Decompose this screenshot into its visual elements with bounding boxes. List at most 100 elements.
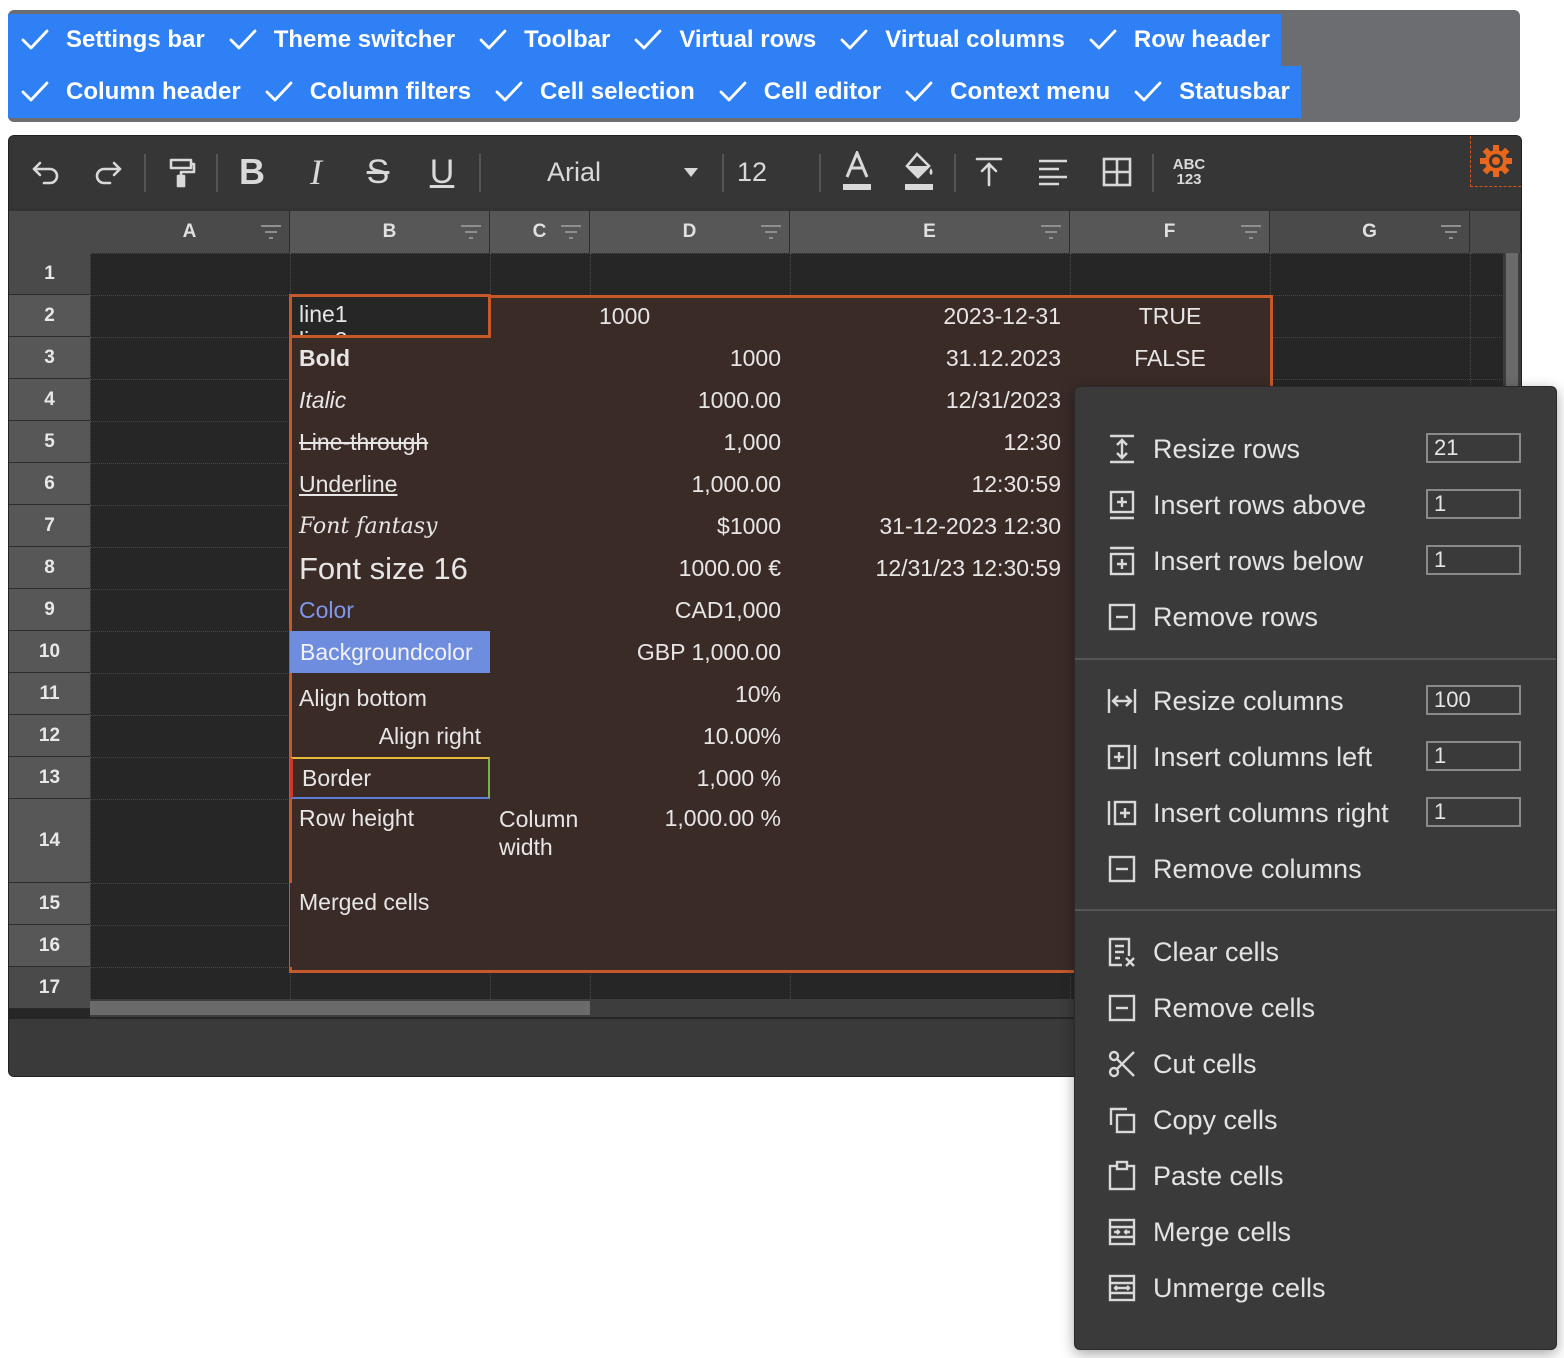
cell-b12[interactable]: Align right [290, 715, 490, 757]
menu-item-remove-rows[interactable]: Remove rows [1075, 589, 1556, 645]
font-size-input[interactable]: 12 [737, 148, 807, 196]
cell-b15-merged[interactable]: Merged cells [290, 883, 590, 967]
row-header-6[interactable]: 6 [9, 463, 90, 505]
settings-toggle-context-menu[interactable]: Context menu [892, 66, 1121, 118]
cell-e2[interactable]: 2023-12-31 [790, 295, 1070, 337]
filter-icon[interactable] [1239, 223, 1263, 241]
filter-icon[interactable] [1439, 223, 1463, 241]
cell-b8[interactable]: Font size 16 [290, 547, 490, 589]
paint-format-icon[interactable] [162, 148, 200, 196]
gear-icon[interactable] [1470, 136, 1521, 187]
cell-b7[interactable]: Font fantasy [290, 505, 490, 547]
cell-b9[interactable]: Color [290, 589, 490, 631]
cell-d8[interactable]: 1000.00 € [590, 547, 790, 589]
cell-f3[interactable]: FALSE [1070, 337, 1270, 379]
resize-rows-input[interactable] [1426, 433, 1521, 463]
column-header-e[interactable]: E [790, 211, 1070, 253]
font-family-select[interactable]: Arial [499, 148, 709, 196]
menu-item-remove-cells[interactable]: Remove cells [1075, 980, 1556, 1036]
insert-rows-above-input[interactable] [1426, 489, 1521, 519]
settings-toggle-column-header[interactable]: Column header [8, 66, 252, 118]
cell-d6[interactable]: 1,000.00 [590, 463, 790, 505]
menu-item-cut-cells[interactable]: Cut cells [1075, 1036, 1556, 1092]
cell-b3[interactable]: Bold [290, 337, 490, 379]
align-left-icon[interactable] [1035, 148, 1071, 196]
menu-item-insert-rows-above[interactable]: Insert rows above [1075, 477, 1556, 533]
column-header-f[interactable]: F [1070, 211, 1270, 253]
cell-e6[interactable]: 12:30:59 [790, 463, 1070, 505]
cell-d4[interactable]: 1000.00 [590, 379, 790, 421]
row-header-14[interactable]: 14 [9, 799, 90, 883]
italic-icon[interactable]: I [297, 148, 335, 196]
bold-icon[interactable]: B [233, 148, 271, 196]
cell-d2[interactable]: 1000 [590, 295, 790, 337]
cell-e3[interactable]: 31.12.2023 [790, 337, 1070, 379]
row-header-17[interactable]: 17 [9, 967, 90, 1009]
menu-item-paste-cells[interactable]: Paste cells [1075, 1148, 1556, 1204]
cell-b2[interactable]: line1line2 [290, 295, 490, 337]
filter-icon[interactable] [1039, 223, 1063, 241]
settings-toggle-statusbar[interactable]: Statusbar [1121, 66, 1301, 118]
cell-d9[interactable]: CAD1,000 [590, 589, 790, 631]
cell-b11[interactable]: Align bottom [290, 673, 490, 715]
cell-b5[interactable]: Line-through [290, 421, 490, 463]
filter-icon[interactable] [759, 223, 783, 241]
horizontal-scrollbar-thumb[interactable] [90, 1001, 590, 1015]
column-header-c[interactable]: C [490, 211, 590, 253]
row-header-12[interactable]: 12 [9, 715, 90, 757]
insert-rows-below-input[interactable] [1426, 545, 1521, 575]
redo-icon[interactable] [89, 148, 127, 196]
settings-toggle-theme-switcher[interactable]: Theme switcher [216, 14, 466, 66]
row-header-9[interactable]: 9 [9, 589, 90, 631]
cell-b13[interactable]: Border [290, 757, 490, 799]
cell-d5[interactable]: 1,000 [590, 421, 790, 463]
menu-item-insert-columns-right[interactable]: Insert columns right [1075, 785, 1556, 841]
cell-b10[interactable]: Backgroundcolor [290, 631, 490, 673]
cell-c14[interactable]: Column width [490, 799, 590, 883]
row-header-16[interactable]: 16 [9, 925, 90, 967]
cell-e4[interactable]: 12/31/2023 [790, 379, 1070, 421]
row-header-11[interactable]: 11 [9, 673, 90, 715]
menu-item-resize-columns[interactable]: Resize columns [1075, 673, 1556, 729]
cell-b14[interactable]: Row height [290, 799, 490, 883]
column-header-g[interactable]: G [1270, 211, 1470, 253]
row-header-15[interactable]: 15 [9, 883, 90, 925]
row-header-5[interactable]: 5 [9, 421, 90, 463]
underline-icon[interactable]: U [423, 148, 461, 196]
cell-f2[interactable]: TRUE [1070, 295, 1270, 337]
cell-d14[interactable]: 1,000.00 % [590, 799, 790, 883]
settings-toggle-cell-editor[interactable]: Cell editor [706, 66, 892, 118]
borders-icon[interactable] [1099, 148, 1135, 196]
row-header-4[interactable]: 4 [9, 379, 90, 421]
cell-d13[interactable]: 1,000 % [590, 757, 790, 799]
row-header-8[interactable]: 8 [9, 547, 90, 589]
column-header-a[interactable]: A [90, 211, 290, 253]
row-header-13[interactable]: 13 [9, 757, 90, 799]
filter-icon[interactable] [259, 223, 283, 241]
menu-item-unmerge-cells[interactable]: Unmerge cells [1075, 1260, 1556, 1316]
cell-b6[interactable]: Underline [290, 463, 490, 505]
row-header-7[interactable]: 7 [9, 505, 90, 547]
cell-d10[interactable]: GBP 1,000.00 [590, 631, 790, 673]
column-header-d[interactable]: D [590, 211, 790, 253]
menu-item-insert-rows-below[interactable]: Insert rows below [1075, 533, 1556, 589]
menu-item-insert-columns-left[interactable]: Insert columns left [1075, 729, 1556, 785]
row-header-3[interactable]: 3 [9, 337, 90, 379]
column-header-b[interactable]: B [290, 211, 490, 253]
menu-item-clear-cells[interactable]: Clear cells [1075, 924, 1556, 980]
row-header-1[interactable]: 1 [9, 253, 90, 295]
settings-toggle-virtual-rows[interactable]: Virtual rows [621, 14, 827, 66]
cell-e8[interactable]: 12/31/23 12:30:59 [790, 547, 1070, 589]
text-color-icon[interactable] [839, 148, 875, 196]
settings-toggle-settings-bar[interactable]: Settings bar [8, 14, 216, 66]
menu-item-remove-columns[interactable]: Remove columns [1075, 841, 1556, 897]
insert-columns-left-input[interactable] [1426, 741, 1521, 771]
cell-d11[interactable]: 10% [590, 673, 790, 715]
cell-e5[interactable]: 12:30 [790, 421, 1070, 463]
cell-d7[interactable]: $1000 [590, 505, 790, 547]
vertical-align-top-icon[interactable] [971, 148, 1007, 196]
settings-toggle-row-header[interactable]: Row header [1076, 14, 1281, 66]
row-header-2[interactable]: 2 [9, 295, 90, 337]
filter-icon[interactable] [459, 223, 483, 241]
number-format-icon[interactable]: ABC 123 [1167, 148, 1211, 196]
